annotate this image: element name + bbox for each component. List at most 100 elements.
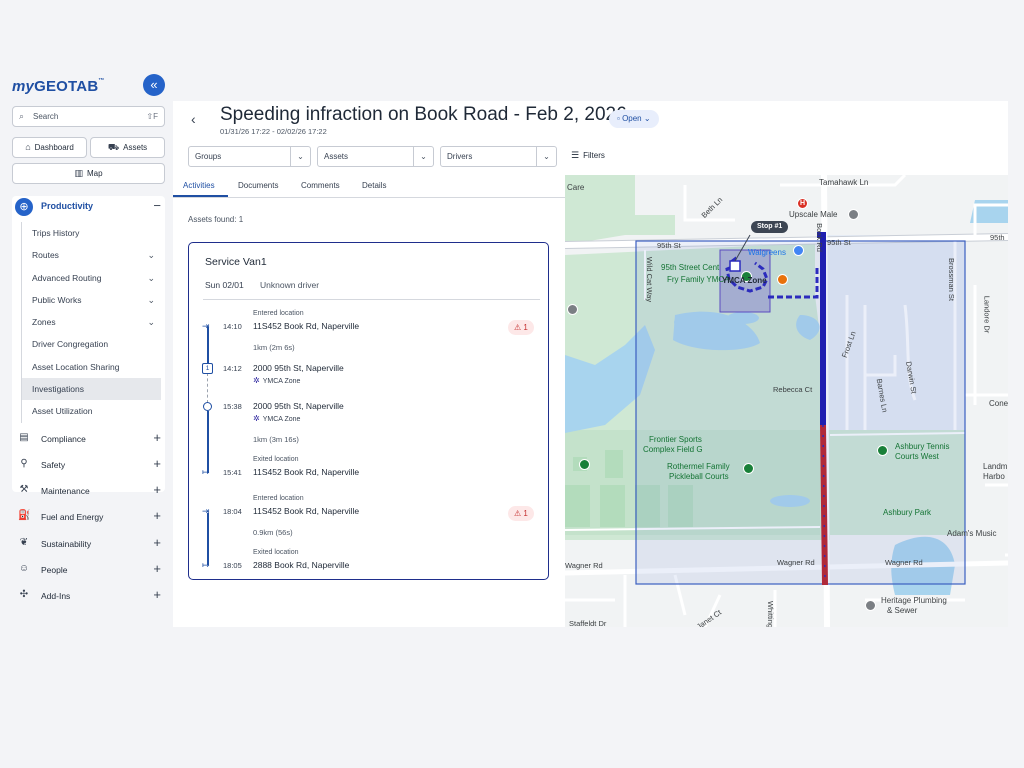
activities-panel: Activities Documents Comments Details As… [173, 175, 565, 627]
collapse-minus-icon[interactable]: − [153, 198, 161, 213]
sidebar-item-people[interactable]: ☺ People + [12, 560, 165, 580]
sidebar-item-advanced-routing[interactable]: Advanced Routing ⌄ [22, 267, 161, 289]
pharmacy-icon [793, 245, 804, 256]
sidebar-item-public-works[interactable]: Public Works ⌄ [22, 289, 161, 311]
menu-label: Add-Ins [41, 591, 71, 601]
warning-count: 1 [523, 509, 528, 518]
tab-bar: Activities Documents Comments Details [173, 175, 565, 198]
item-label: Routes [32, 250, 59, 261]
map-label: Harbo [983, 472, 1005, 481]
mygeotab-logo[interactable]: myGEOTAB™ [12, 78, 105, 95]
sidebar-item-asset-location-sharing[interactable]: Asset Location Sharing [22, 356, 161, 378]
sidebar-item-fuel-and-energy[interactable]: ⛽ Fuel and Energy + [12, 507, 165, 527]
event-label: Exited location [253, 549, 299, 556]
chevron-down-icon: ⌄ [147, 317, 155, 328]
event-label: Entered location [253, 495, 304, 502]
globe-icon: ⊕ [15, 198, 33, 216]
timeline-dashed-line [207, 373, 208, 403]
productivity-label: Productivity [41, 201, 94, 211]
park-pin-icon [743, 463, 754, 474]
sidebar-item-trips-history[interactable]: Trips History [22, 222, 161, 244]
sidebar-item-sustainability[interactable]: ❦ Sustainability + [12, 534, 165, 554]
tab-documents[interactable]: Documents [238, 181, 278, 190]
chevron-down-icon: ⌄ [147, 294, 155, 305]
map-label: Complex Field G [643, 445, 703, 454]
plus-icon: + [153, 430, 161, 445]
activity-date: Sun 02/01 [205, 280, 244, 290]
groups-select[interactable]: Groups ⌄ [188, 146, 311, 167]
speeding-warning-badge[interactable]: ⚠ 1 [508, 506, 534, 521]
back-arrow-icon[interactable]: ‹ [191, 111, 196, 127]
event-time: 18:05 [223, 561, 242, 570]
dashboard-button[interactable]: ⌂ Dashboard [12, 137, 87, 158]
event-time: 14:10 [223, 322, 242, 331]
map-view[interactable]: Stop #1 Care Tamahawk Ln Beth Ln H Upsca… [565, 175, 1008, 627]
productivity-header[interactable]: ⊕ Productivity − [12, 196, 165, 218]
sidebar-item-asset-utilization[interactable]: Asset Utilization [22, 400, 161, 422]
enter-location-icon: ⇥ [202, 321, 210, 331]
trip-distance: 1km (3m 16s) [253, 435, 299, 444]
menu-label: Safety [41, 460, 66, 470]
item-label: Advanced Routing [32, 272, 102, 283]
warning-icon: ⚠ [514, 509, 524, 518]
stop-end-marker [203, 402, 212, 411]
filters-button[interactable]: ☰ Filters [571, 150, 605, 161]
event-address: 2000 95th St, Naperville [253, 363, 344, 373]
status-label: Open [622, 114, 642, 123]
event-label: Exited location [253, 456, 299, 463]
hospital-icon: H [797, 198, 808, 209]
speeding-warning-badge[interactable]: ⚠ 1 [508, 320, 534, 335]
sidebar-item-safety[interactable]: ⚲ Safety + [12, 455, 165, 475]
asset-activity-card[interactable]: Service Van1 Sun 02/01 Unknown driver En… [188, 242, 549, 580]
event-address: 11S452 Book Rd, Naperville [253, 506, 360, 516]
search-shortcut: ⇧F [146, 112, 158, 121]
map-icon: ▥ [74, 168, 83, 178]
sidebar-item-driver-congregation[interactable]: Driver Congregation [22, 333, 161, 355]
tab-activities[interactable]: Activities [183, 181, 215, 190]
map-label: Heritage Plumbing [881, 596, 947, 605]
event-time: 15:41 [223, 468, 242, 477]
sidebar: myGEOTAB™ « ⌕ Search ⇧F ⌂ Dashboard ⛟ Asse… [0, 68, 172, 628]
item-label: Trips History [32, 228, 80, 238]
menu-label: People [41, 565, 68, 575]
sidebar-item-routes[interactable]: Routes ⌄ [22, 244, 161, 266]
tab-details[interactable]: Details [362, 181, 386, 190]
collapse-sidebar-button[interactable]: « [143, 74, 165, 96]
page-title: Speeding infraction on Book Road - Feb 2… [220, 104, 627, 125]
search-input[interactable]: ⌕ Search ⇧F [12, 106, 165, 127]
tab-comments[interactable]: Comments [301, 181, 340, 190]
map-label: Frontier Sports [649, 435, 702, 444]
sidebar-item-investigations[interactable]: Investigations [22, 378, 161, 401]
assets-found: Assets found: 1 [188, 215, 244, 224]
map-label: 95th Street Cent [661, 263, 720, 272]
assets-button[interactable]: ⛟ Assets [90, 137, 165, 158]
assets-select[interactable]: Assets ⌄ [317, 146, 434, 167]
search-icon: ⌕ [19, 111, 25, 121]
filters-label: Filters [583, 151, 605, 160]
drivers-select[interactable]: Drivers ⌄ [440, 146, 557, 167]
map-label: & Sewer [887, 606, 918, 615]
stop-marker-label[interactable]: Stop #1 [751, 221, 789, 233]
item-label: Investigations [32, 384, 84, 395]
sidebar-item-compliance[interactable]: ▤ Compliance + [12, 429, 165, 449]
drivers-label: Drivers [447, 152, 473, 161]
menu-label: Compliance [41, 434, 86, 444]
dashboard-label: Dashboard [34, 143, 74, 152]
zone-map-label: YMCA Zone [722, 276, 767, 285]
sidebar-item-zones[interactable]: Zones ⌄ [22, 311, 161, 333]
sidebar-item-maintenance[interactable]: ⚒ Maintenance + [12, 481, 165, 501]
map-label: Landm [983, 462, 1008, 471]
map-button[interactable]: ▥ Map [12, 163, 165, 184]
sidebar-item-add-ins[interactable]: ✣ Add-Ins + [12, 586, 165, 606]
search-placeholder: Search [33, 112, 59, 121]
event-address: 11S452 Book Rd, Naperville [253, 321, 360, 331]
status-dropdown[interactable]: ▫ Open ⌄ [609, 110, 659, 128]
zone-label: ✲ YMCA Zone [253, 414, 300, 423]
exit-location-icon: ↦ [202, 560, 210, 570]
home-icon: ⌂ [25, 142, 31, 152]
map-label: 95th St [827, 238, 851, 247]
safety-icon: ⚲ [20, 458, 28, 469]
plus-icon: + [153, 587, 161, 602]
item-label: Driver Congregation [32, 339, 109, 350]
event-address: 11S452 Book Rd, Naperville [253, 467, 360, 477]
